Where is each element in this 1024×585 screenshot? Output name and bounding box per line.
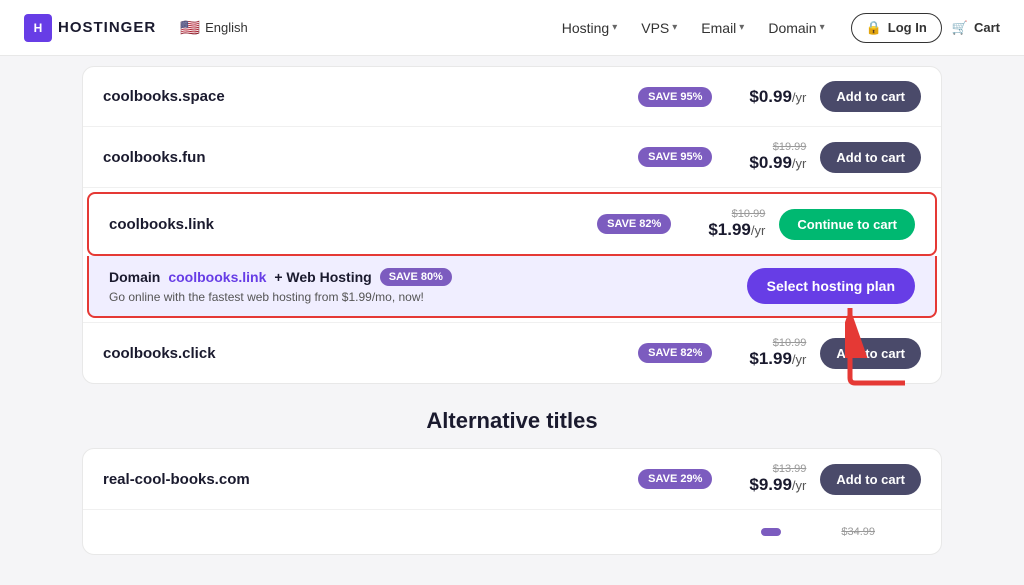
domain-row-space: coolbooks.space SAVE 95% $0.99/yr Add to… bbox=[83, 67, 941, 127]
domain-name: coolbooks.link bbox=[109, 216, 597, 233]
nav-domain[interactable]: Domain ▾ bbox=[758, 14, 834, 42]
section-title: Alternative titles bbox=[82, 408, 942, 434]
login-label: Log In bbox=[888, 20, 927, 35]
bundle-link: coolbooks.link bbox=[168, 269, 266, 285]
price-original: $34.99 bbox=[841, 526, 875, 538]
domain-name: coolbooks.space bbox=[103, 88, 638, 105]
price-current: $0.99/yr bbox=[749, 153, 806, 173]
save-badge: SAVE 95% bbox=[638, 147, 712, 167]
bundle-title: Domain coolbooks.link + Web Hosting SAVE… bbox=[109, 268, 466, 286]
bundle-row: Domain coolbooks.link + Web Hosting SAVE… bbox=[87, 256, 937, 318]
language-selector[interactable]: 🇺🇸 English bbox=[180, 18, 248, 38]
save-badge: SAVE 29% bbox=[638, 469, 712, 489]
main-content: coolbooks.space SAVE 95% $0.99/yr Add to… bbox=[62, 56, 962, 585]
chevron-down-icon: ▾ bbox=[820, 22, 825, 33]
logo[interactable]: H HOSTINGER bbox=[24, 14, 156, 42]
add-to-cart-button[interactable]: Add to cart bbox=[820, 142, 921, 173]
continue-to-cart-button[interactable]: Continue to cart bbox=[779, 209, 915, 240]
bundle-prefix: Domain bbox=[109, 269, 160, 285]
bundle-info: Domain coolbooks.link + Web Hosting SAVE… bbox=[109, 268, 466, 304]
nav-vps[interactable]: VPS ▾ bbox=[631, 14, 687, 42]
alt-results-card: real-cool-books.com SAVE 29% $13.99 $9.9… bbox=[82, 448, 942, 555]
chevron-down-icon: ▾ bbox=[612, 22, 617, 33]
price-original: $13.99 bbox=[773, 463, 807, 475]
domain-row-click: coolbooks.click SAVE 82% $10.99 $1.99/yr… bbox=[83, 322, 941, 383]
navbar: H HOSTINGER 🇺🇸 English Hosting ▾ VPS ▾ E… bbox=[0, 0, 1024, 56]
save-badge: SAVE 95% bbox=[638, 87, 712, 107]
price-current: $0.99/yr bbox=[749, 87, 806, 107]
select-hosting-button[interactable]: Select hosting plan bbox=[747, 268, 915, 304]
price-original: $19.99 bbox=[773, 141, 807, 153]
cart-button[interactable]: 🛒 Cart bbox=[952, 20, 1000, 36]
price-original: $10.99 bbox=[732, 208, 766, 220]
domain-name: coolbooks.click bbox=[103, 345, 638, 362]
domain-row-fun: coolbooks.fun SAVE 95% $19.99 $0.99/yr A… bbox=[83, 127, 941, 188]
nav-hosting[interactable]: Hosting ▾ bbox=[552, 14, 628, 42]
chevron-down-icon: ▾ bbox=[672, 22, 677, 33]
bundle-save-badge: SAVE 80% bbox=[380, 268, 452, 286]
price-current: $1.99/yr bbox=[708, 220, 765, 240]
nav-email[interactable]: Email ▾ bbox=[691, 14, 754, 42]
logo-text: HOSTINGER bbox=[58, 19, 156, 36]
price-group: $13.99 $9.99/yr bbox=[726, 463, 806, 495]
price-group: $0.99/yr bbox=[726, 87, 806, 107]
nav-vps-label: VPS bbox=[641, 20, 669, 36]
domain-name: coolbooks.fun bbox=[103, 149, 638, 166]
bundle-suffix: + Web Hosting bbox=[274, 269, 371, 285]
add-to-cart-button[interactable]: Add to cart bbox=[820, 464, 921, 495]
cart-icon: 🛒 bbox=[952, 20, 968, 36]
nav-domain-label: Domain bbox=[768, 20, 816, 36]
price-original: $10.99 bbox=[773, 337, 807, 349]
domain-name: real-cool-books.com bbox=[103, 471, 638, 488]
results-card: coolbooks.space SAVE 95% $0.99/yr Add to… bbox=[82, 66, 942, 384]
add-to-cart-button[interactable]: Add to cart bbox=[820, 338, 921, 369]
price-group: $10.99 $1.99/yr bbox=[685, 208, 765, 240]
select-hosting-wrapper: Select hosting plan bbox=[747, 268, 915, 304]
navbar-actions: 🔒 Log In 🛒 Cart bbox=[851, 13, 1000, 43]
save-badge: SAVE 82% bbox=[597, 214, 671, 234]
cart-label: Cart bbox=[974, 20, 1000, 35]
price-current: $1.99/yr bbox=[749, 349, 806, 369]
nav-hosting-label: Hosting bbox=[562, 20, 609, 36]
language-label: English bbox=[205, 20, 248, 35]
flag-icon: 🇺🇸 bbox=[180, 18, 200, 38]
price-current: $9.99/yr bbox=[749, 475, 806, 495]
save-badge bbox=[761, 528, 781, 536]
domain-row-link: coolbooks.link SAVE 82% $10.99 $1.99/yr … bbox=[89, 194, 935, 254]
domain-row-real-cool-books: real-cool-books.com SAVE 29% $13.99 $9.9… bbox=[83, 449, 941, 510]
nav-email-label: Email bbox=[701, 20, 736, 36]
price-group: $34.99 bbox=[795, 526, 875, 538]
chevron-down-icon: ▾ bbox=[739, 22, 744, 33]
price-group: $19.99 $0.99/yr bbox=[726, 141, 806, 173]
lock-icon: 🔒 bbox=[866, 20, 882, 36]
login-button[interactable]: 🔒 Log In bbox=[851, 13, 942, 43]
price-group: $10.99 $1.99/yr bbox=[726, 337, 806, 369]
nav-menu: Hosting ▾ VPS ▾ Email ▾ Domain ▾ bbox=[552, 14, 835, 42]
domain-row-partial: $34.99 bbox=[83, 510, 941, 554]
bundle-desc: Go online with the fastest web hosting f… bbox=[109, 290, 466, 304]
add-to-cart-button[interactable]: Add to cart bbox=[820, 81, 921, 112]
logo-icon: H bbox=[24, 14, 52, 42]
save-badge: SAVE 82% bbox=[638, 343, 712, 363]
